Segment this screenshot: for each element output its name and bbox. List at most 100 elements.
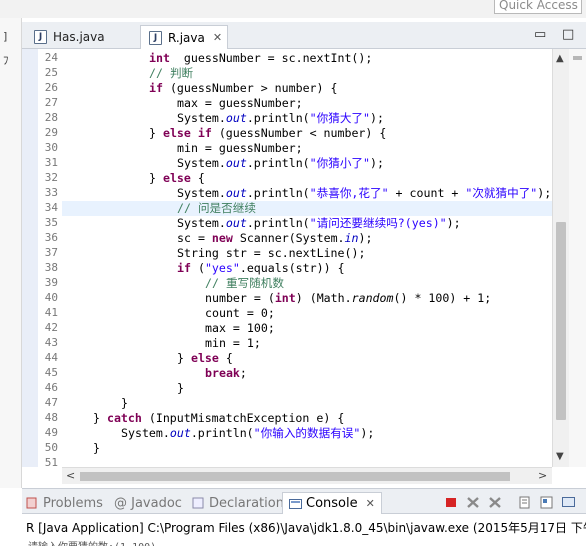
- remove-launch-icon[interactable]: [466, 496, 480, 509]
- code-token: else: [162, 171, 191, 185]
- minimize-icon[interactable]: ▭: [534, 27, 546, 42]
- line-number: 26: [44, 81, 58, 94]
- code-line[interactable]: if ("yes".equals(str)) {: [65, 261, 345, 276]
- code-line[interactable]: }: [65, 396, 128, 411]
- terminate-icon[interactable]: [444, 496, 458, 509]
- code-line[interactable]: // 问是否继续: [62, 201, 552, 216]
- maximize-icon[interactable]: □: [562, 27, 574, 42]
- code-token: (InputMismatchException e) {: [141, 411, 345, 425]
- code-token: {: [190, 171, 205, 185]
- code-token: // 重写随机数: [205, 276, 284, 290]
- code-token: System.: [121, 426, 170, 440]
- scroll-left-icon[interactable]: <: [66, 469, 75, 482]
- code-token: count = 0;: [205, 306, 275, 320]
- remove-all-icon[interactable]: [488, 496, 502, 509]
- code-line[interactable]: } else {: [65, 171, 205, 186]
- tab-label: @ Javadoc: [114, 495, 182, 511]
- code-token: System.: [177, 111, 226, 125]
- code-token: out: [225, 186, 247, 200]
- tab-javadoc[interactable]: @ Javadoc: [114, 492, 182, 514]
- code-editor[interactable]: 24 25 26 27 28 29 30 31 32 33 34 35 36 37 38 39 40 41 42 43…: [22, 49, 552, 467]
- code-line[interactable]: }: [65, 441, 100, 456]
- code-line[interactable]: if (guessNumber > number) {: [65, 81, 337, 96]
- line-number: 32: [44, 171, 58, 184]
- code-line[interactable]: count = 0;: [65, 306, 275, 321]
- code-token: break: [205, 366, 240, 380]
- code-line-content: } else {: [65, 351, 233, 365]
- scroll-thumb[interactable]: [556, 222, 566, 420]
- code-line[interactable]: break;: [65, 366, 247, 381]
- code-token: {: [218, 351, 233, 365]
- code-token: out: [225, 111, 247, 125]
- line-number: 24: [44, 51, 58, 64]
- code-line[interactable]: System.out.println("恭喜你,花了" + count + "次…: [65, 186, 551, 201]
- tab-problems[interactable]: Problems: [26, 492, 103, 514]
- code-line[interactable]: min = guessNumber;: [65, 141, 303, 156]
- tab-console[interactable]: Console ✕: [282, 492, 382, 514]
- overview-marker[interactable]: [573, 56, 582, 60]
- code-line[interactable]: sc = new Scanner(System.in);: [65, 231, 372, 246]
- code-line[interactable]: System.out.println("你猜小了");: [65, 156, 384, 171]
- line-number: 37: [44, 246, 58, 259]
- console-launch-info: R [Java Application] C:\Program Files (x…: [26, 521, 586, 535]
- code-line[interactable]: System.out.println("你输入的数据有误");: [65, 426, 374, 441]
- tab-r-java[interactable]: J R.java ✕: [140, 25, 228, 49]
- code-line[interactable]: max = 100;: [65, 321, 275, 336]
- tab-label: Has.java: [53, 30, 105, 44]
- code-line-content: number = (int) (Math.random() * 100) + 1…: [65, 291, 491, 305]
- code-line[interactable]: number = (int) (Math.random() * 100) + 1…: [65, 291, 491, 306]
- code-token: System.: [177, 216, 226, 230]
- code-line[interactable]: String str = sc.nextLine();: [65, 246, 365, 261]
- line-number: 25: [44, 66, 58, 79]
- code-line-content: System.out.println("请问还要继续吗?(yes)");: [65, 216, 461, 230]
- code-line[interactable]: min = 1;: [65, 336, 261, 351]
- code-token: out: [225, 156, 247, 170]
- left-view-icon: ﾌ: [3, 54, 9, 67]
- scroll-up-icon[interactable]: ▲: [556, 53, 564, 64]
- code-line[interactable]: int guessNumber = sc.nextInt();: [65, 51, 372, 66]
- code-token: new: [211, 231, 233, 245]
- line-number: 44: [44, 351, 58, 364]
- code-line[interactable]: } else if (guessNumber < number) {: [65, 126, 386, 141]
- code-line-content: } else {: [65, 171, 205, 185]
- scroll-right-icon[interactable]: >: [538, 469, 547, 482]
- close-icon[interactable]: ✕: [213, 31, 222, 44]
- code-line-content: max = guessNumber;: [65, 96, 303, 110]
- line-number: 35: [44, 216, 58, 229]
- code-line[interactable]: }: [65, 381, 184, 396]
- display-console-icon[interactable]: [562, 496, 576, 509]
- code-area[interactable]: int guessNumber = sc.nextInt();// 判断 if (…: [62, 49, 552, 467]
- code-line[interactable]: } catch (InputMismatchException e) {: [65, 411, 344, 426]
- java-file-icon: J: [149, 30, 162, 45]
- code-token: max = 100;: [205, 321, 275, 335]
- code-token: }: [93, 411, 107, 425]
- horizontal-scrollbar[interactable]: < >: [62, 467, 552, 484]
- panel-tab-bar: Problems @ Javadoc Declaration Console ✕: [22, 488, 586, 514]
- code-line[interactable]: // 判断: [65, 66, 193, 81]
- line-number: 30: [44, 141, 58, 154]
- clear-console-icon[interactable]: [518, 496, 532, 509]
- tab-declaration[interactable]: Declaration: [192, 492, 284, 514]
- line-number: 39: [44, 276, 58, 289]
- code-line[interactable]: max = guessNumber;: [65, 96, 303, 111]
- quick-access-input[interactable]: Quick Access: [494, 0, 582, 14]
- code-line[interactable]: // 重写随机数: [65, 276, 284, 291]
- code-line[interactable]: System.out.println("请问还要继续吗?(yes)");: [65, 216, 461, 231]
- code-line[interactable]: } else {: [65, 351, 233, 366]
- tab-has-java[interactable]: J Has.java: [26, 25, 118, 49]
- vertical-scrollbar[interactable]: ▲ ▼: [552, 49, 569, 467]
- code-token: );: [446, 216, 461, 230]
- code-line-content: // 判断: [65, 66, 193, 80]
- overview-ruler: [569, 49, 586, 467]
- code-token: guessNumber = sc.nextInt();: [169, 51, 373, 65]
- code-line-content: // 问是否继续: [65, 201, 256, 215]
- code-line-content: if (guessNumber > number) {: [65, 81, 337, 95]
- scroll-thumb[interactable]: [80, 472, 510, 481]
- code-token: .println(: [246, 111, 310, 125]
- close-icon[interactable]: ✕: [366, 497, 375, 510]
- scroll-down-icon[interactable]: ▼: [556, 451, 564, 462]
- line-number: 31: [44, 156, 58, 169]
- code-line[interactable]: System.out.println("你猜大了");: [65, 111, 384, 126]
- scroll-lock-icon[interactable]: [540, 496, 554, 509]
- code-token: ;: [239, 366, 247, 380]
